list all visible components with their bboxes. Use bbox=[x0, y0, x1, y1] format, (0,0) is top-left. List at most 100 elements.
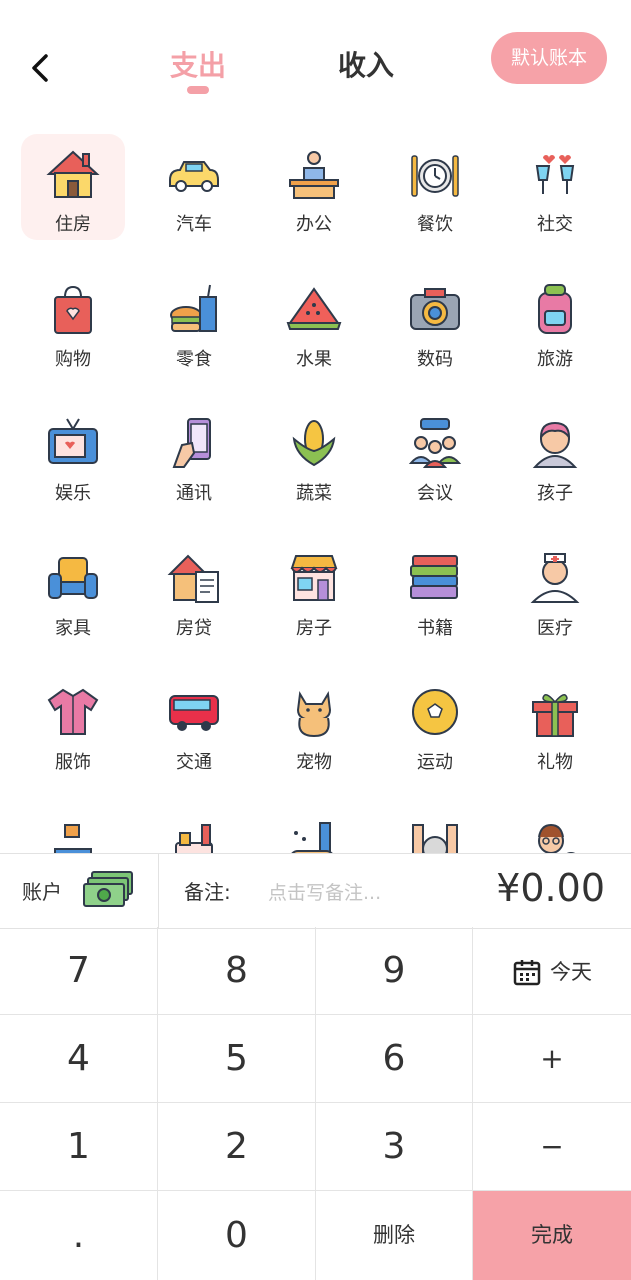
category-item[interactable]: 礼物 bbox=[503, 672, 607, 778]
category-label: 礼物 bbox=[537, 752, 573, 773]
drinks-icon bbox=[175, 824, 213, 854]
books-icon bbox=[410, 555, 458, 599]
category-item[interactable]: 蔬菜 bbox=[262, 403, 366, 509]
bus-icon bbox=[169, 695, 219, 731]
category-item[interactable] bbox=[142, 807, 246, 854]
category-label: 旅游 bbox=[537, 349, 573, 370]
key-dot[interactable]: . bbox=[0, 1191, 158, 1280]
category-label: 水果 bbox=[296, 349, 332, 370]
category-item[interactable]: 通讯 bbox=[142, 403, 246, 509]
tab-income[interactable]: 收入 bbox=[338, 44, 394, 84]
header: 支出 收入 默认账本 bbox=[0, 0, 631, 120]
note-input[interactable]: 点击写备注... bbox=[268, 878, 381, 905]
gift-icon bbox=[532, 694, 578, 737]
category-item[interactable]: 汽车 bbox=[142, 134, 246, 240]
category-label: 会议 bbox=[417, 483, 453, 504]
category-label: 服饰 bbox=[55, 752, 91, 773]
category-label: 书籍 bbox=[417, 618, 453, 639]
category-label: 宠物 bbox=[296, 752, 332, 773]
key-8[interactable]: 8 bbox=[158, 927, 316, 1015]
category-item[interactable] bbox=[262, 807, 366, 854]
divider bbox=[158, 854, 159, 928]
category-item[interactable]: 办公 bbox=[262, 134, 366, 240]
amount-display: ¥0.00 bbox=[496, 866, 605, 910]
today-button[interactable]: 今天 bbox=[473, 927, 631, 1015]
key-9[interactable]: 9 bbox=[316, 927, 473, 1015]
key-1[interactable]: 1 bbox=[0, 1103, 158, 1191]
note-label: 备注: bbox=[184, 880, 231, 904]
key-4[interactable]: 4 bbox=[0, 1015, 158, 1103]
category-item[interactable]: 零食 bbox=[142, 269, 246, 375]
category-item[interactable]: 宠物 bbox=[262, 672, 366, 778]
category-label: 社交 bbox=[537, 214, 573, 235]
category-item[interactable]: 房子 bbox=[262, 538, 366, 644]
category-item[interactable]: 社交 bbox=[503, 134, 607, 240]
category-item[interactable] bbox=[383, 807, 487, 854]
keypad: 7 8 9 今天 4 5 6 + 1 2 3 − . 0 删除 完成 bbox=[0, 927, 631, 1280]
category-item[interactable]: 数码 bbox=[383, 269, 487, 375]
category-label: 孩子 bbox=[537, 483, 573, 504]
nurse-icon bbox=[530, 553, 580, 603]
category-item[interactable] bbox=[21, 807, 125, 854]
account-label[interactable]: 账户 bbox=[22, 876, 62, 905]
camera-icon bbox=[410, 288, 460, 330]
category-item[interactable]: 运动 bbox=[383, 672, 487, 778]
armchair-icon bbox=[48, 557, 98, 599]
category-label: 汽车 bbox=[176, 214, 212, 235]
key-7[interactable]: 7 bbox=[0, 927, 158, 1015]
category-item[interactable]: 医疗 bbox=[503, 538, 607, 644]
category-label: 房子 bbox=[296, 618, 332, 639]
category-item[interactable]: 服饰 bbox=[21, 672, 125, 778]
delete-button[interactable]: 删除 bbox=[316, 1191, 473, 1280]
category-item[interactable]: 住房 bbox=[21, 134, 125, 240]
football-icon bbox=[412, 689, 458, 735]
game-icon bbox=[290, 822, 334, 854]
delivery-icon bbox=[54, 824, 92, 854]
category-item[interactable]: 会议 bbox=[383, 403, 487, 509]
category-label: 房贷 bbox=[176, 618, 212, 639]
tab-expense[interactable]: 支出 bbox=[170, 44, 226, 84]
social-glasses-icon bbox=[535, 155, 575, 194]
category-label: 通讯 bbox=[176, 483, 212, 504]
category-item[interactable] bbox=[503, 807, 607, 854]
category-grid: 住房 汽车 办公 餐饮 社交购物 零食 水果 数码 旅游娱乐 通讯 蔬菜 会议 孩子家具 房贷 房子 书籍 医疗… bbox=[0, 130, 631, 854]
dining-icon bbox=[411, 155, 459, 197]
shopping-bag-icon bbox=[54, 285, 92, 334]
category-item[interactable]: 旅游 bbox=[503, 269, 607, 375]
default-book-button[interactable]: 默认账本 bbox=[491, 32, 607, 84]
category-item[interactable]: 交通 bbox=[142, 672, 246, 778]
snacks-icon bbox=[170, 284, 217, 332]
category-item[interactable]: 购物 bbox=[21, 269, 125, 375]
category-item[interactable]: 房贷 bbox=[142, 538, 246, 644]
shop-house-icon bbox=[290, 555, 338, 601]
key-5[interactable]: 5 bbox=[158, 1015, 316, 1103]
category-label: 餐饮 bbox=[417, 214, 453, 235]
calendar-icon bbox=[513, 960, 541, 986]
minus-button[interactable]: − bbox=[473, 1103, 631, 1191]
category-label: 数码 bbox=[417, 349, 453, 370]
key-3[interactable]: 3 bbox=[316, 1103, 473, 1191]
key-2[interactable]: 2 bbox=[158, 1103, 316, 1191]
back-arrow-icon[interactable] bbox=[22, 48, 62, 88]
tv-icon bbox=[48, 418, 98, 464]
key-0[interactable]: 0 bbox=[158, 1191, 316, 1280]
category-label: 医疗 bbox=[537, 618, 573, 639]
category-label: 蔬菜 bbox=[296, 483, 332, 504]
category-label: 交通 bbox=[176, 752, 212, 773]
key-6[interactable]: 6 bbox=[316, 1015, 473, 1103]
category-label: 运动 bbox=[417, 752, 453, 773]
child-icon bbox=[532, 421, 578, 468]
category-item[interactable]: 餐饮 bbox=[383, 134, 487, 240]
money-icon[interactable] bbox=[82, 870, 136, 910]
category-item[interactable]: 娱乐 bbox=[21, 403, 125, 509]
category-item[interactable]: 孩子 bbox=[503, 403, 607, 509]
category-item[interactable]: 书籍 bbox=[383, 538, 487, 644]
cat-icon bbox=[296, 691, 332, 738]
category-label: 零食 bbox=[176, 349, 212, 370]
corn-icon bbox=[292, 420, 336, 467]
category-item[interactable]: 水果 bbox=[262, 269, 366, 375]
today-label: 今天 bbox=[550, 960, 592, 984]
done-button[interactable]: 完成 bbox=[473, 1191, 631, 1280]
category-item[interactable]: 家具 bbox=[21, 538, 125, 644]
plus-button[interactable]: + bbox=[473, 1015, 631, 1103]
